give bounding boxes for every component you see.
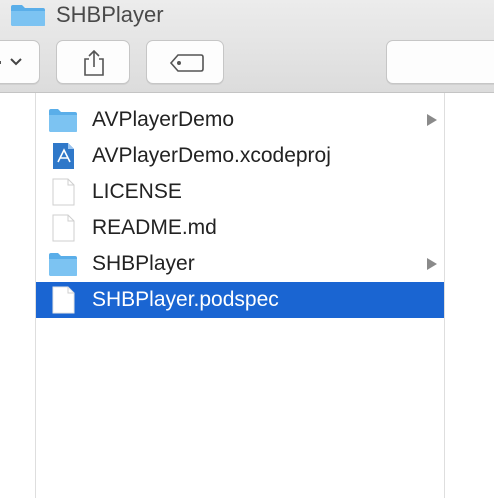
list-item-label: AVPlayerDemo (92, 108, 234, 131)
list-item-label: SHBPlayer.podspec (92, 288, 279, 311)
list-item[interactable]: LICENSE (36, 174, 444, 210)
disclosure-arrow-icon (427, 114, 437, 126)
list-item[interactable]: README.md (36, 210, 444, 246)
view-options-button[interactable] (0, 40, 40, 84)
list-item[interactable]: AVPlayerDemo.xcodeproj (36, 138, 444, 174)
chevron-down-icon (10, 58, 22, 66)
list-item[interactable]: SHBPlayer (36, 246, 444, 282)
folder-icon (11, 5, 45, 26)
document-icon (52, 178, 75, 206)
share-button[interactable] (56, 40, 130, 84)
parent-column (0, 93, 36, 498)
finder-toolbar: SHBPlayer (0, 0, 494, 93)
list-item[interactable]: AVPlayerDemo (36, 102, 444, 138)
tag-icon (169, 54, 204, 72)
view-indicator-icon (0, 61, 1, 64)
share-icon (84, 49, 104, 76)
folder-icon (49, 253, 77, 276)
column-divider[interactable] (444, 93, 445, 498)
edit-tags-button[interactable] (146, 40, 224, 84)
list-item-label: LICENSE (92, 180, 182, 203)
disclosure-arrow-icon (427, 258, 437, 270)
list-item-label: README.md (92, 216, 217, 239)
window-title-text: SHBPlayer (56, 2, 164, 27)
xcode-project-icon (53, 143, 74, 169)
file-list: AVPlayerDemo AVPlayerDemo.xcodeproj LICE… (36, 102, 444, 318)
list-item-selected[interactable]: SHBPlayer.podspec (36, 282, 444, 318)
document-icon (52, 214, 75, 242)
document-icon (52, 286, 75, 314)
search-field[interactable] (386, 40, 494, 84)
folder-icon (49, 109, 77, 132)
list-item-label: SHBPlayer (92, 252, 195, 275)
list-item-label: AVPlayerDemo.xcodeproj (92, 144, 331, 167)
